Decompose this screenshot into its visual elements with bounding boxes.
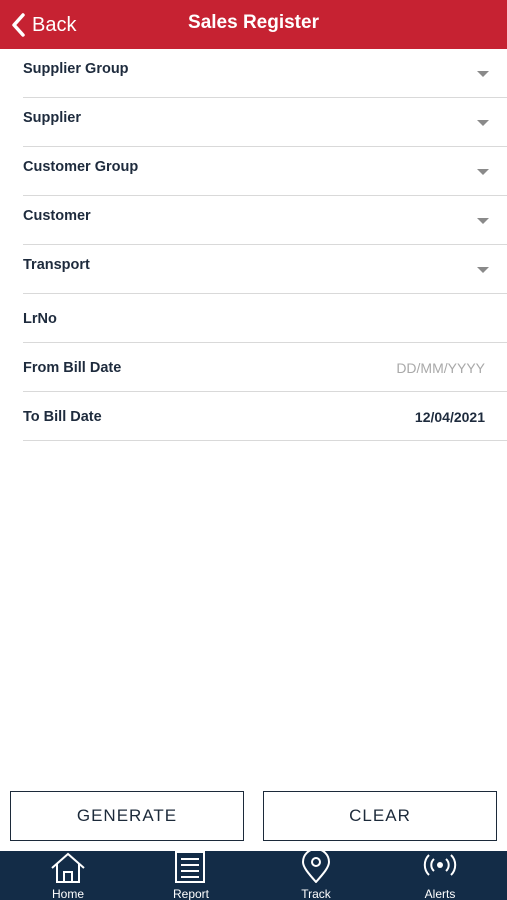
customer-label: Customer — [23, 208, 91, 224]
to-bill-date-label: To Bill Date — [23, 409, 102, 425]
supplier-group-select[interactable]: Supplier Group — [23, 49, 507, 98]
transport-select[interactable]: Transport — [23, 245, 507, 294]
supplier-group-label: Supplier Group — [23, 61, 129, 77]
dropdown-caret-icon — [477, 218, 489, 224]
customer-select[interactable]: Customer — [23, 196, 507, 245]
transport-label: Transport — [23, 257, 90, 273]
tab-home[interactable]: Home — [28, 851, 108, 900]
bottom-tab-bar: Home Report Track Alerts — [0, 851, 507, 900]
tab-alerts-label: Alerts — [424, 887, 456, 900]
tab-report-label: Report — [172, 887, 210, 900]
tab-home-label: Home — [51, 887, 84, 900]
clear-button[interactable]: CLEAR — [263, 791, 497, 841]
report-icon — [171, 851, 211, 883]
dropdown-caret-icon — [477, 71, 489, 77]
dropdown-caret-icon — [477, 267, 489, 273]
tab-report[interactable]: Report — [151, 851, 231, 900]
dropdown-caret-icon — [477, 169, 489, 175]
from-bill-date-placeholder: DD/MM/YYYY — [396, 360, 485, 376]
supplier-select[interactable]: Supplier — [23, 98, 507, 147]
customer-group-select[interactable]: Customer Group — [23, 147, 507, 196]
home-icon — [48, 851, 88, 883]
to-bill-date-field[interactable]: To Bill Date 12/04/2021 — [23, 392, 507, 441]
page-title: Sales Register — [188, 12, 319, 33]
location-pin-icon — [296, 851, 336, 883]
lr-no-label: LrNo — [23, 311, 57, 327]
tab-alerts[interactable]: Alerts — [400, 851, 480, 900]
broadcast-icon — [418, 851, 462, 883]
tab-track-label: Track — [301, 887, 331, 900]
generate-button[interactable]: GENERATE — [10, 791, 244, 841]
supplier-label: Supplier — [23, 110, 82, 126]
tab-track[interactable]: Track — [276, 851, 356, 900]
sales-register-form: Supplier Group Supplier Customer Group C… — [23, 49, 507, 441]
dropdown-caret-icon — [477, 120, 489, 126]
to-bill-date-value: 12/04/2021 — [414, 409, 485, 425]
app-header: Back Sales Register — [0, 0, 507, 49]
customer-group-label: Customer Group — [23, 159, 139, 175]
from-bill-date-label: From Bill Date — [23, 360, 122, 376]
lr-no-field[interactable]: LrNo — [23, 294, 507, 343]
from-bill-date-field[interactable]: From Bill Date DD/MM/YYYY — [23, 343, 507, 392]
